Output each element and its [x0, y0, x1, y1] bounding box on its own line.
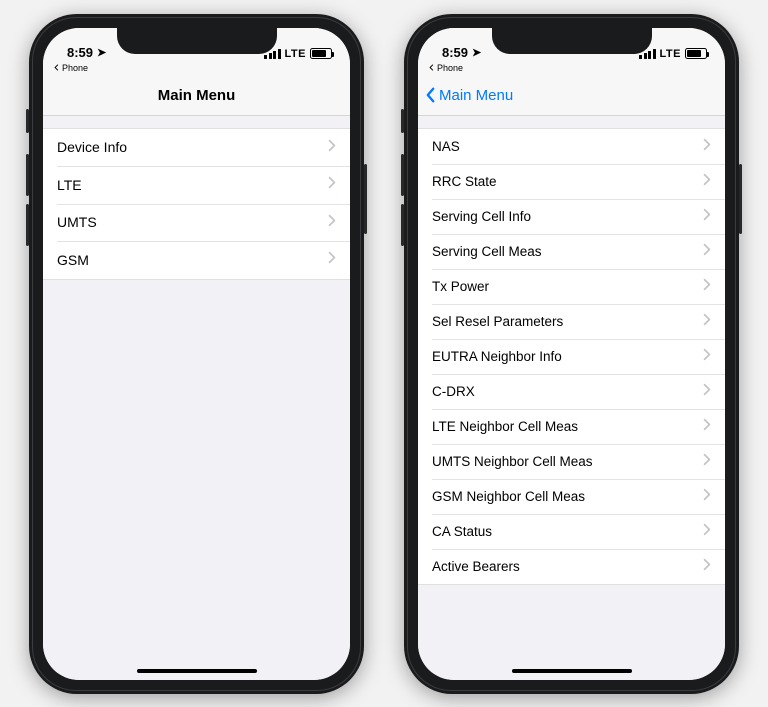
chevron-right-icon	[328, 214, 336, 231]
chevron-right-icon	[703, 243, 711, 260]
menu-item-label: Device Info	[57, 139, 127, 155]
mute-switch	[26, 109, 29, 133]
chevron-right-icon	[703, 558, 711, 575]
volume-up	[401, 154, 404, 196]
menu-item-serving-cell-info[interactable]: Serving Cell Info	[418, 199, 725, 234]
menu-item-nas[interactable]: NAS	[418, 129, 725, 164]
menu-item-label: LTE	[57, 177, 82, 193]
power-button	[739, 164, 742, 234]
volume-down	[401, 204, 404, 246]
menu-item-label: NAS	[432, 139, 460, 154]
chevron-right-icon	[703, 208, 711, 225]
nav-back-label: Main Menu	[439, 87, 513, 104]
chevron-right-icon	[328, 176, 336, 193]
chevron-right-icon	[328, 139, 336, 156]
chevron-right-icon	[703, 523, 711, 540]
menu-item-label: RRC State	[432, 174, 497, 189]
iphone-frame-right: 8:59 ➤ LTE Phone Main Menu NAS RRC State	[404, 14, 739, 694]
back-to-app-label: Phone	[62, 63, 88, 73]
menu-item-label: EUTRA Neighbor Info	[432, 349, 562, 364]
menu-item-label: UMTS	[57, 214, 97, 230]
location-icon: ➤	[472, 46, 481, 59]
home-indicator[interactable]	[137, 669, 257, 673]
nav-bar: Main Menu	[418, 76, 725, 116]
menu-item-label: GSM	[57, 252, 89, 268]
chevron-right-icon	[703, 383, 711, 400]
menu-item-label: C-DRX	[432, 384, 475, 399]
menu-list: Device Info LTE UMTS GSM	[43, 128, 350, 280]
chevron-left-icon	[424, 86, 437, 104]
chevron-left-icon	[428, 64, 435, 71]
status-time: 8:59	[442, 45, 468, 60]
content-area[interactable]: Device Info LTE UMTS GSM	[43, 116, 350, 680]
menu-item-label: Serving Cell Meas	[432, 244, 542, 259]
network-label: LTE	[285, 48, 306, 60]
content-area[interactable]: NAS RRC State Serving Cell Info Serving …	[418, 116, 725, 680]
chevron-right-icon	[703, 488, 711, 505]
menu-item-sel-resel-parameters[interactable]: Sel Resel Parameters	[418, 304, 725, 339]
menu-item-label: Sel Resel Parameters	[432, 314, 563, 329]
menu-item-lte-neighbor-cell-meas[interactable]: LTE Neighbor Cell Meas	[418, 409, 725, 444]
menu-item-umts[interactable]: UMTS	[43, 204, 350, 242]
volume-down	[26, 204, 29, 246]
nav-back-button[interactable]: Main Menu	[424, 76, 513, 115]
screen-left: 8:59 ➤ LTE Phone Main Menu Device Info	[43, 28, 350, 680]
page-title: Main Menu	[158, 87, 236, 104]
status-time: 8:59	[67, 45, 93, 60]
chevron-right-icon	[703, 138, 711, 155]
menu-item-serving-cell-meas[interactable]: Serving Cell Meas	[418, 234, 725, 269]
menu-item-label: Tx Power	[432, 279, 489, 294]
screen-right: 8:59 ➤ LTE Phone Main Menu NAS RRC State	[418, 28, 725, 680]
menu-item-label: Serving Cell Info	[432, 209, 531, 224]
volume-up	[26, 154, 29, 196]
chevron-right-icon	[703, 313, 711, 330]
menu-item-label: GSM Neighbor Cell Meas	[432, 489, 585, 504]
notch	[117, 28, 277, 54]
menu-item-ca-status[interactable]: CA Status	[418, 514, 725, 549]
chevron-right-icon	[703, 278, 711, 295]
chevron-right-icon	[703, 173, 711, 190]
menu-list: NAS RRC State Serving Cell Info Serving …	[418, 128, 725, 585]
menu-item-eutra-neighbor-info[interactable]: EUTRA Neighbor Info	[418, 339, 725, 374]
menu-item-gsm-neighbor-cell-meas[interactable]: GSM Neighbor Cell Meas	[418, 479, 725, 514]
battery-icon	[310, 48, 332, 59]
chevron-right-icon	[703, 453, 711, 470]
menu-item-lte[interactable]: LTE	[43, 166, 350, 204]
menu-item-umts-neighbor-cell-meas[interactable]: UMTS Neighbor Cell Meas	[418, 444, 725, 479]
menu-item-tx-power[interactable]: Tx Power	[418, 269, 725, 304]
nav-bar: Main Menu	[43, 76, 350, 116]
power-button	[364, 164, 367, 234]
home-indicator[interactable]	[512, 669, 632, 673]
back-to-app-label: Phone	[437, 63, 463, 73]
mute-switch	[401, 109, 404, 133]
menu-item-active-bearers[interactable]: Active Bearers	[418, 549, 725, 584]
chevron-right-icon	[328, 251, 336, 268]
iphone-frame-left: 8:59 ➤ LTE Phone Main Menu Device Info	[29, 14, 364, 694]
chevron-right-icon	[703, 418, 711, 435]
back-to-app[interactable]: Phone	[418, 60, 725, 76]
battery-icon	[685, 48, 707, 59]
back-to-app[interactable]: Phone	[43, 60, 350, 76]
menu-item-rrc-state[interactable]: RRC State	[418, 164, 725, 199]
menu-item-label: UMTS Neighbor Cell Meas	[432, 454, 593, 469]
network-label: LTE	[660, 48, 681, 60]
menu-item-device-info[interactable]: Device Info	[43, 129, 350, 167]
menu-item-label: CA Status	[432, 524, 492, 539]
menu-item-gsm[interactable]: GSM	[43, 241, 350, 279]
menu-item-label: LTE Neighbor Cell Meas	[432, 419, 578, 434]
menu-item-label: Active Bearers	[432, 559, 520, 574]
menu-item-c-drx[interactable]: C-DRX	[418, 374, 725, 409]
chevron-left-icon	[53, 64, 60, 71]
location-icon: ➤	[97, 46, 106, 59]
notch	[492, 28, 652, 54]
chevron-right-icon	[703, 348, 711, 365]
